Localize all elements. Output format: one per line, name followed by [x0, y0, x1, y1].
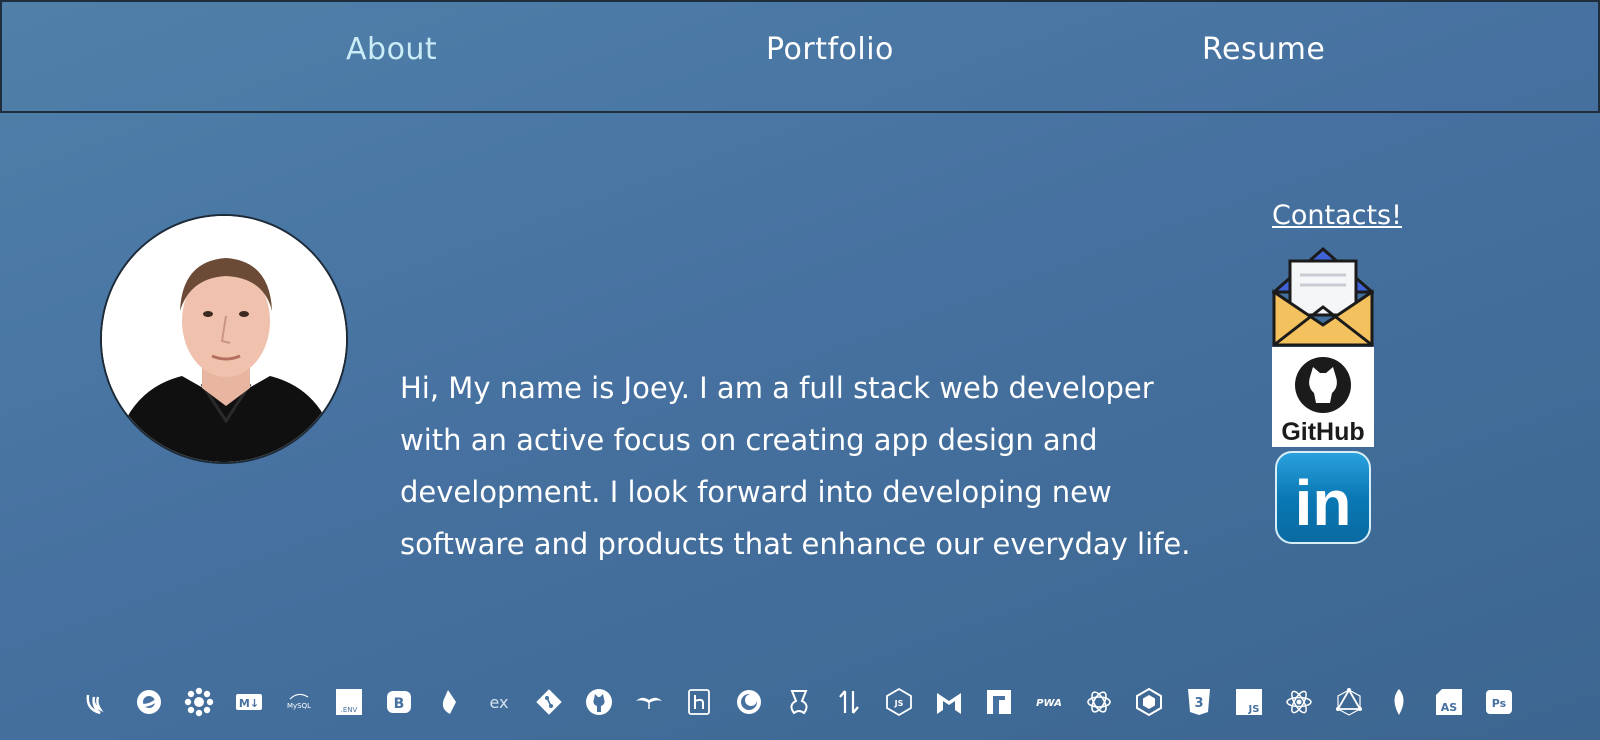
svg-text:Ps: Ps — [1492, 697, 1507, 710]
mongodb-icon — [1382, 685, 1416, 719]
react-icon — [1282, 685, 1316, 719]
github-icon — [582, 685, 616, 719]
svg-text:ex: ex — [489, 693, 508, 712]
profile-photo — [100, 214, 348, 464]
adobe-as-icon: AS — [1432, 685, 1466, 719]
jquery-icon — [82, 685, 116, 719]
nav-portfolio-link[interactable]: Portfolio — [766, 32, 894, 67]
nav-about-link[interactable]: About — [346, 32, 437, 67]
git-icon — [532, 685, 566, 719]
photoshop-icon: Ps — [1482, 685, 1516, 719]
sort-icon — [832, 685, 866, 719]
nav-resume-link[interactable]: Resume — [1202, 32, 1325, 67]
svg-text:3: 3 — [1194, 696, 1203, 711]
profile-portrait-icon — [102, 216, 346, 462]
heroku-icon — [682, 685, 716, 719]
openshift-icon — [132, 685, 166, 719]
css3-icon: 3 — [1182, 685, 1216, 719]
express-icon: ex — [482, 685, 516, 719]
markdown-icon: M↓ — [232, 685, 266, 719]
dotenv-icon: .ENV — [332, 685, 366, 719]
insomnia-icon — [732, 685, 766, 719]
svg-text:PWA: PWA — [1036, 698, 1062, 709]
linkedin-contact-icon[interactable]: in — [1272, 450, 1374, 545]
github-label: GitHub — [1281, 418, 1364, 446]
svg-text:M↓: M↓ — [239, 697, 259, 710]
svg-text:MySQL: MySQL — [287, 702, 311, 710]
javascript-icon: JS — [1232, 685, 1266, 719]
npm-icon — [982, 685, 1016, 719]
top-navbar: About Portfolio Resume — [0, 0, 1600, 113]
svg-text:JS: JS — [1248, 704, 1260, 715]
handlebars-mustache-icon — [632, 685, 666, 719]
svg-text:.ENV: .ENV — [341, 706, 358, 714]
jest-icon — [182, 685, 216, 719]
webpack-icon — [1132, 685, 1166, 719]
github-contact-icon[interactable]: GitHub — [1272, 347, 1374, 447]
svg-text:AS: AS — [1441, 701, 1458, 714]
pwa-icon: PWA — [1032, 685, 1066, 719]
mysql-icon: MySQL — [282, 685, 316, 719]
svg-text:B: B — [394, 696, 405, 712]
linkedin-label: in — [1295, 467, 1352, 539]
email-contact-icon[interactable] — [1270, 247, 1376, 347]
svg-text:JS: JS — [894, 699, 904, 708]
apollo-icon — [1332, 685, 1366, 719]
technology-icon-bar: M↓ MySQL .ENV B ex JS PWA 3 JS AS Ps — [82, 685, 1522, 725]
contacts-heading[interactable]: Contacts! — [1272, 200, 1402, 231]
graphql-icon — [1082, 685, 1116, 719]
handlebars-icon — [432, 685, 466, 719]
jest-test-icon — [782, 685, 816, 719]
bio-text: Hi, My name is Joey. I am a full stack w… — [400, 371, 1191, 561]
nodejs-icon: JS — [882, 685, 916, 719]
bootstrap-icon: B — [382, 685, 416, 719]
materialize-icon — [932, 685, 966, 719]
